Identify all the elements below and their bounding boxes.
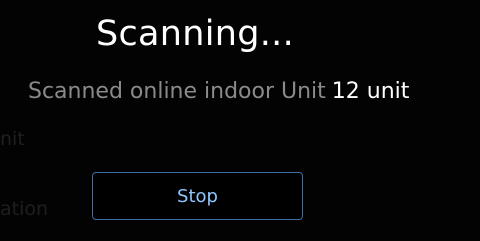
scan-status: Scanned online indoor Unit 12 unit	[28, 79, 409, 104]
dialog-title: Scanning...	[95, 14, 295, 54]
scan-unit-count: 12 unit	[331, 79, 410, 104]
background-text-fragment: ation	[0, 198, 49, 220]
scan-status-label: Scanned online indoor Unit	[28, 79, 326, 104]
stop-button[interactable]: Stop	[92, 172, 303, 220]
scanning-screen: nit ation Scanning... Scanned online ind…	[0, 0, 480, 241]
background-text-fragment: nit	[0, 128, 25, 150]
